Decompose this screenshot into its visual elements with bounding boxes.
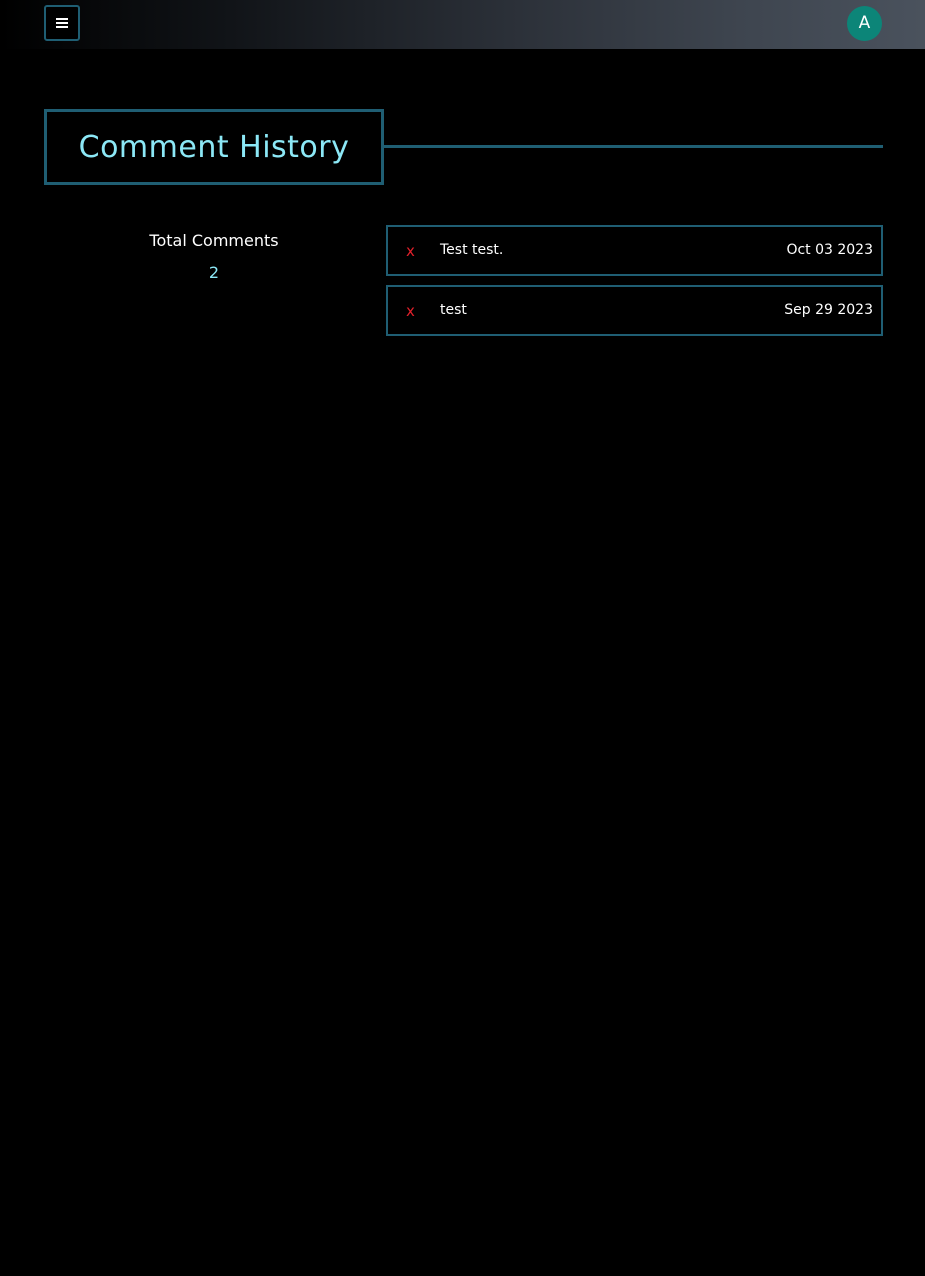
title-divider xyxy=(384,145,883,148)
comment-list: x Test test. Oct 03 2023 x test Sep 29 2… xyxy=(386,225,883,345)
comment-text: test xyxy=(440,302,467,318)
hamburger-icon xyxy=(56,18,68,28)
comment-text: Test test. xyxy=(440,242,504,258)
page-title-box: Comment History xyxy=(44,109,384,185)
comment-stats: Total Comments 2 xyxy=(44,230,384,284)
avatar[interactable]: A xyxy=(847,6,882,41)
delete-comment-button[interactable]: x xyxy=(406,287,415,334)
menu-toggle-button[interactable] xyxy=(44,5,80,41)
total-comments-count: 2 xyxy=(208,263,220,282)
page-title: Comment History xyxy=(78,129,350,165)
comment-date: Sep 29 2023 xyxy=(784,302,873,318)
comment-date: Oct 03 2023 xyxy=(786,242,873,258)
delete-comment-button[interactable]: x xyxy=(406,227,415,274)
comment-item: x Test test. Oct 03 2023 xyxy=(386,225,883,276)
total-comments-label: Total Comments xyxy=(149,231,279,250)
comment-item: x test Sep 29 2023 xyxy=(386,285,883,336)
top-navbar: A xyxy=(0,0,925,49)
